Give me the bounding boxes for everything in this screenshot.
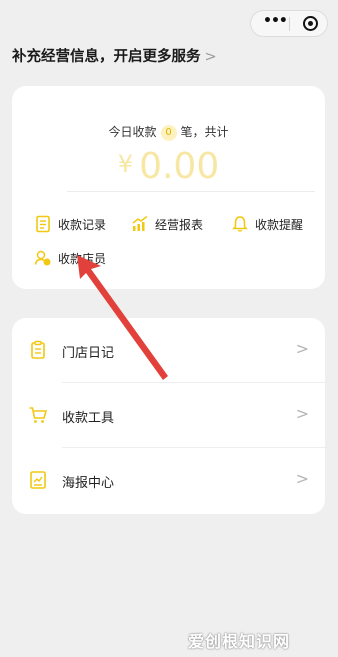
watermark: 爱创根知识网 xyxy=(188,632,291,651)
annotation-arrow xyxy=(77,255,168,380)
